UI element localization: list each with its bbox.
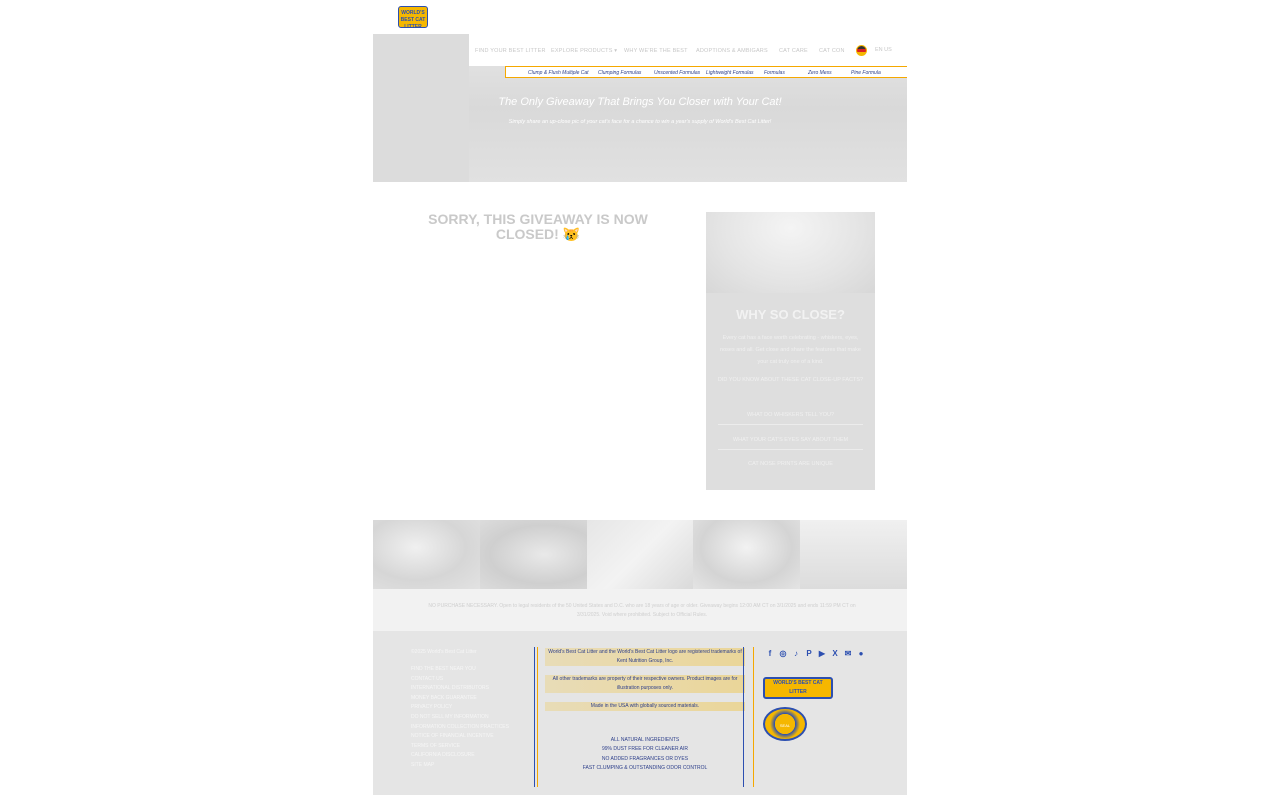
products-dropdown: Clump & Flush Multiple Cat Clumping Form… xyxy=(505,66,907,78)
cat-photo-strip xyxy=(373,520,907,589)
footer-link[interactable]: INTERNATIONAL DISTRIBUTORS xyxy=(411,684,531,694)
brand-badge[interactable]: WORLD'S BEST CAT LITTER xyxy=(763,677,833,699)
subnav-item[interactable]: Formulas xyxy=(764,70,785,76)
main-nav: FIND YOUR BEST LITTER EXPLORE PRODUCTS ▾… xyxy=(469,34,907,66)
footer-link[interactable]: TERMS OF SERVICE xyxy=(411,742,531,752)
cat-photo xyxy=(586,520,694,589)
cat-photo xyxy=(479,520,587,589)
subnav-item[interactable]: Lightweight Formulas xyxy=(706,70,754,76)
card-question: DID YOU KNOW ABOUT THESE CAT CLOSE-UP FA… xyxy=(717,377,864,383)
nav-item-adoptions[interactable]: ADOPTIONS & AMBIGARS xyxy=(696,48,768,54)
footer-divider xyxy=(753,647,754,787)
tiktok-icon[interactable]: ♪ xyxy=(791,648,801,660)
youtube-icon[interactable]: ▶ xyxy=(817,648,827,660)
copyright: ©2025 World's Best Cat Litter xyxy=(411,649,477,655)
footer-link[interactable]: FIND THE BEST NEAR YOU xyxy=(411,665,531,675)
feature-link[interactable]: NO ADDED FRAGRANCES OR DYES xyxy=(545,755,745,764)
cat-photo xyxy=(693,520,801,589)
flag-icon[interactable] xyxy=(856,45,867,56)
card-link-whiskers[interactable]: WHAT DO WHISKERS TELL YOU? xyxy=(718,412,863,425)
feature-list: ALL NATURAL INGREDIENTS 99% DUST FREE FO… xyxy=(545,736,745,773)
footer-info-column: World's Best Cat Litter and the World's … xyxy=(545,648,745,773)
footer-link[interactable]: INFORMATION COLLECTION PRACTICES xyxy=(411,723,531,733)
brand-logo[interactable]: WORLD'S BEST CAT LITTER xyxy=(398,6,428,30)
facebook-icon[interactable]: f xyxy=(765,648,775,660)
made-in-text: Made in the USA with globally sourced ma… xyxy=(545,702,745,711)
nav-item-cat-care[interactable]: CAT CARE xyxy=(779,48,808,54)
nav-item-find-litter[interactable]: FIND YOUR BEST LITTER xyxy=(475,48,546,54)
language-selector[interactable]: EN US xyxy=(875,47,892,53)
disclaimer-text: NO PURCHASE NECESSARY. Open to legal res… xyxy=(428,603,856,618)
footer-divider xyxy=(743,647,744,787)
trademark-text: World's Best Cat Litter and the World's … xyxy=(545,648,745,666)
subnav-item[interactable]: Clumping Formulas xyxy=(598,70,641,76)
card-text: Every cat has a face worth celebrating -… xyxy=(720,335,861,365)
top-bar: WORLD'S BEST CAT LITTER xyxy=(373,0,907,34)
footer-link[interactable]: CONTACT US xyxy=(411,675,531,685)
pinterest-icon[interactable]: P xyxy=(804,648,814,660)
hero-subtitle: Simply share an up-close pic of your cat… xyxy=(508,119,772,125)
footer-divider xyxy=(534,647,535,787)
card-link-eyes[interactable]: WHAT YOUR CAT'S EYES SAY ABOUT THEM xyxy=(718,437,863,450)
quality-seal: SEAL xyxy=(763,707,807,741)
why-so-close-card: WHY SO CLOSE? Every cat has a face worth… xyxy=(706,212,875,490)
subnav-item[interactable]: Zero Mess xyxy=(808,70,832,76)
giveaway-closed-heading: SORRY, THIS GIVEAWAY IS NOW CLOSED! 😿 xyxy=(428,211,648,242)
hero-tagline: The Only Giveaway That Brings You Closer… xyxy=(498,96,782,108)
hero-banner: FIND YOUR BEST LITTER EXPLORE PRODUCTS ▾… xyxy=(373,34,907,182)
feature-link[interactable]: FAST CLUMPING & OUTSTANDING ODOR CONTROL xyxy=(545,764,745,773)
footer-link[interactable]: NOTICE OF FINANCIAL INCENTIVE xyxy=(411,732,531,742)
nav-item-explore-products[interactable]: EXPLORE PRODUCTS ▾ xyxy=(551,48,617,54)
subnav-item[interactable]: Clump & Flush Multiple Cat xyxy=(528,70,589,76)
cat-photo xyxy=(373,520,480,589)
footer-link[interactable]: SITE MAP xyxy=(411,761,531,771)
email-icon[interactable]: ✉ xyxy=(843,648,853,660)
card-link-nose[interactable]: CAT NOSE PRINTS ARE UNIQUE xyxy=(718,461,863,473)
site-footer: ©2025 World's Best Cat Litter FIND THE B… xyxy=(373,631,907,795)
footer-divider xyxy=(537,647,538,787)
footer-link[interactable]: DO NOT SELL MY INFORMATION xyxy=(411,713,531,723)
hero-left-panel xyxy=(373,34,469,182)
feature-link[interactable]: 99% DUST FREE FOR CLEANER AIR xyxy=(545,745,745,754)
cat-photo xyxy=(800,520,907,589)
feature-link[interactable]: ALL NATURAL INGREDIENTS xyxy=(545,736,745,745)
page: WORLD'S BEST CAT LITTER FIND YOUR BEST L… xyxy=(373,0,907,800)
subnav-item[interactable]: Unscented Formulas xyxy=(654,70,700,76)
subnav-item[interactable]: Pine Formula xyxy=(851,70,881,76)
legal-disclaimer: NO PURCHASE NECESSARY. Open to legal res… xyxy=(373,589,907,631)
chat-icon[interactable]: ● xyxy=(856,648,866,660)
social-links: f ◎ ♪ P ▶ X ✉ ● xyxy=(765,648,866,660)
instagram-icon[interactable]: ◎ xyxy=(778,648,788,660)
x-icon[interactable]: X xyxy=(830,648,840,660)
card-title: WHY SO CLOSE? xyxy=(736,307,845,322)
nav-item-cat-con[interactable]: CAT CON xyxy=(819,48,845,54)
footer-link[interactable]: CALIFORNIA DISCLOSURE xyxy=(411,751,531,761)
nav-item-why-best[interactable]: WHY WE'RE THE BEST xyxy=(624,48,688,54)
cat-closeup-image xyxy=(706,212,875,293)
footer-link[interactable]: PRIVACY POLICY xyxy=(411,703,531,713)
footer-links-column: ©2025 World's Best Cat Litter FIND THE B… xyxy=(411,649,531,771)
footer-link[interactable]: MONEY BACK GUARANTEE xyxy=(411,694,531,704)
trademark-text: All other trademarks are property of the… xyxy=(545,675,745,693)
